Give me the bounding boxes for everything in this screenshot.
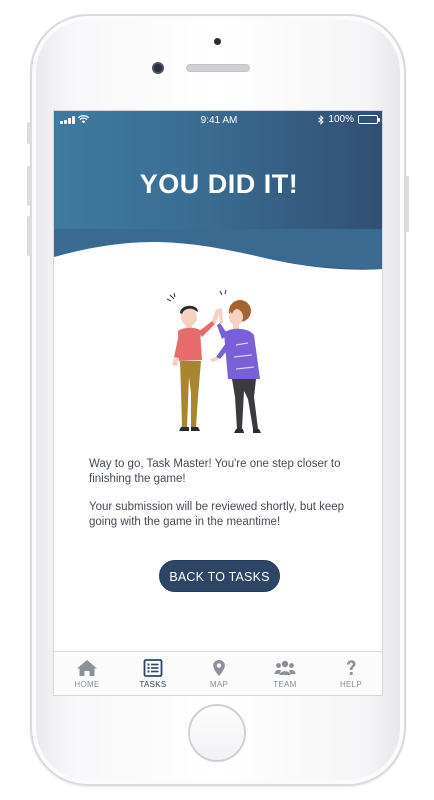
proximity-sensor [214, 38, 221, 45]
battery-icon [358, 115, 380, 124]
tab-tasks-label: TASKS [139, 680, 167, 689]
message-line-2: Your submission will be reviewed shortly… [89, 501, 345, 528]
volume-down-button [27, 216, 30, 256]
sparkle-icon [166, 289, 227, 302]
man-figure [172, 305, 220, 431]
list-icon [143, 659, 163, 677]
app-screen: 9:41 AM 100% YOU DID IT! Way to go, Task… [53, 110, 383, 696]
battery-percent: 100% [328, 114, 354, 125]
status-bar: 9:41 AM 100% [54, 111, 382, 131]
tab-home[interactable]: HOME [54, 652, 120, 695]
tab-help-label: HELP [339, 680, 363, 689]
back-to-tasks-button[interactable]: BACK TO TASKS [159, 560, 280, 592]
tab-help[interactable]: HELP [318, 652, 382, 695]
home-icon [77, 660, 97, 676]
power-button [406, 176, 409, 232]
completion-message: Way to go, Task Master! You're one step … [89, 457, 354, 529]
tab-map[interactable]: MAP [186, 652, 252, 695]
woman-figure [210, 300, 261, 433]
bluetooth-icon [318, 114, 325, 125]
tab-map-label: MAP [209, 680, 229, 689]
question-icon [347, 660, 356, 675]
high-five-illustration [166, 289, 261, 433]
tab-team-label: TEAM [273, 680, 297, 689]
tab-team[interactable]: TEAM [252, 652, 318, 695]
map-pin-icon [213, 660, 225, 676]
volume-up-button [27, 166, 30, 206]
status-right: 100% [318, 114, 380, 125]
team-icon [274, 660, 296, 675]
earpiece-speaker [186, 64, 250, 72]
tab-bar: HOME TASKS MAP TEAM HELP [54, 651, 382, 695]
message-line-1: Way to go, Task Master! You're one step … [89, 458, 341, 485]
hero-wave [54, 229, 382, 295]
tab-tasks[interactable]: TASKS [120, 652, 186, 695]
page-title: YOU DID IT! [139, 169, 299, 199]
tab-home-label: HOME [74, 680, 100, 689]
front-camera [152, 62, 164, 74]
home-button[interactable] [188, 704, 246, 762]
mute-switch [27, 122, 30, 144]
